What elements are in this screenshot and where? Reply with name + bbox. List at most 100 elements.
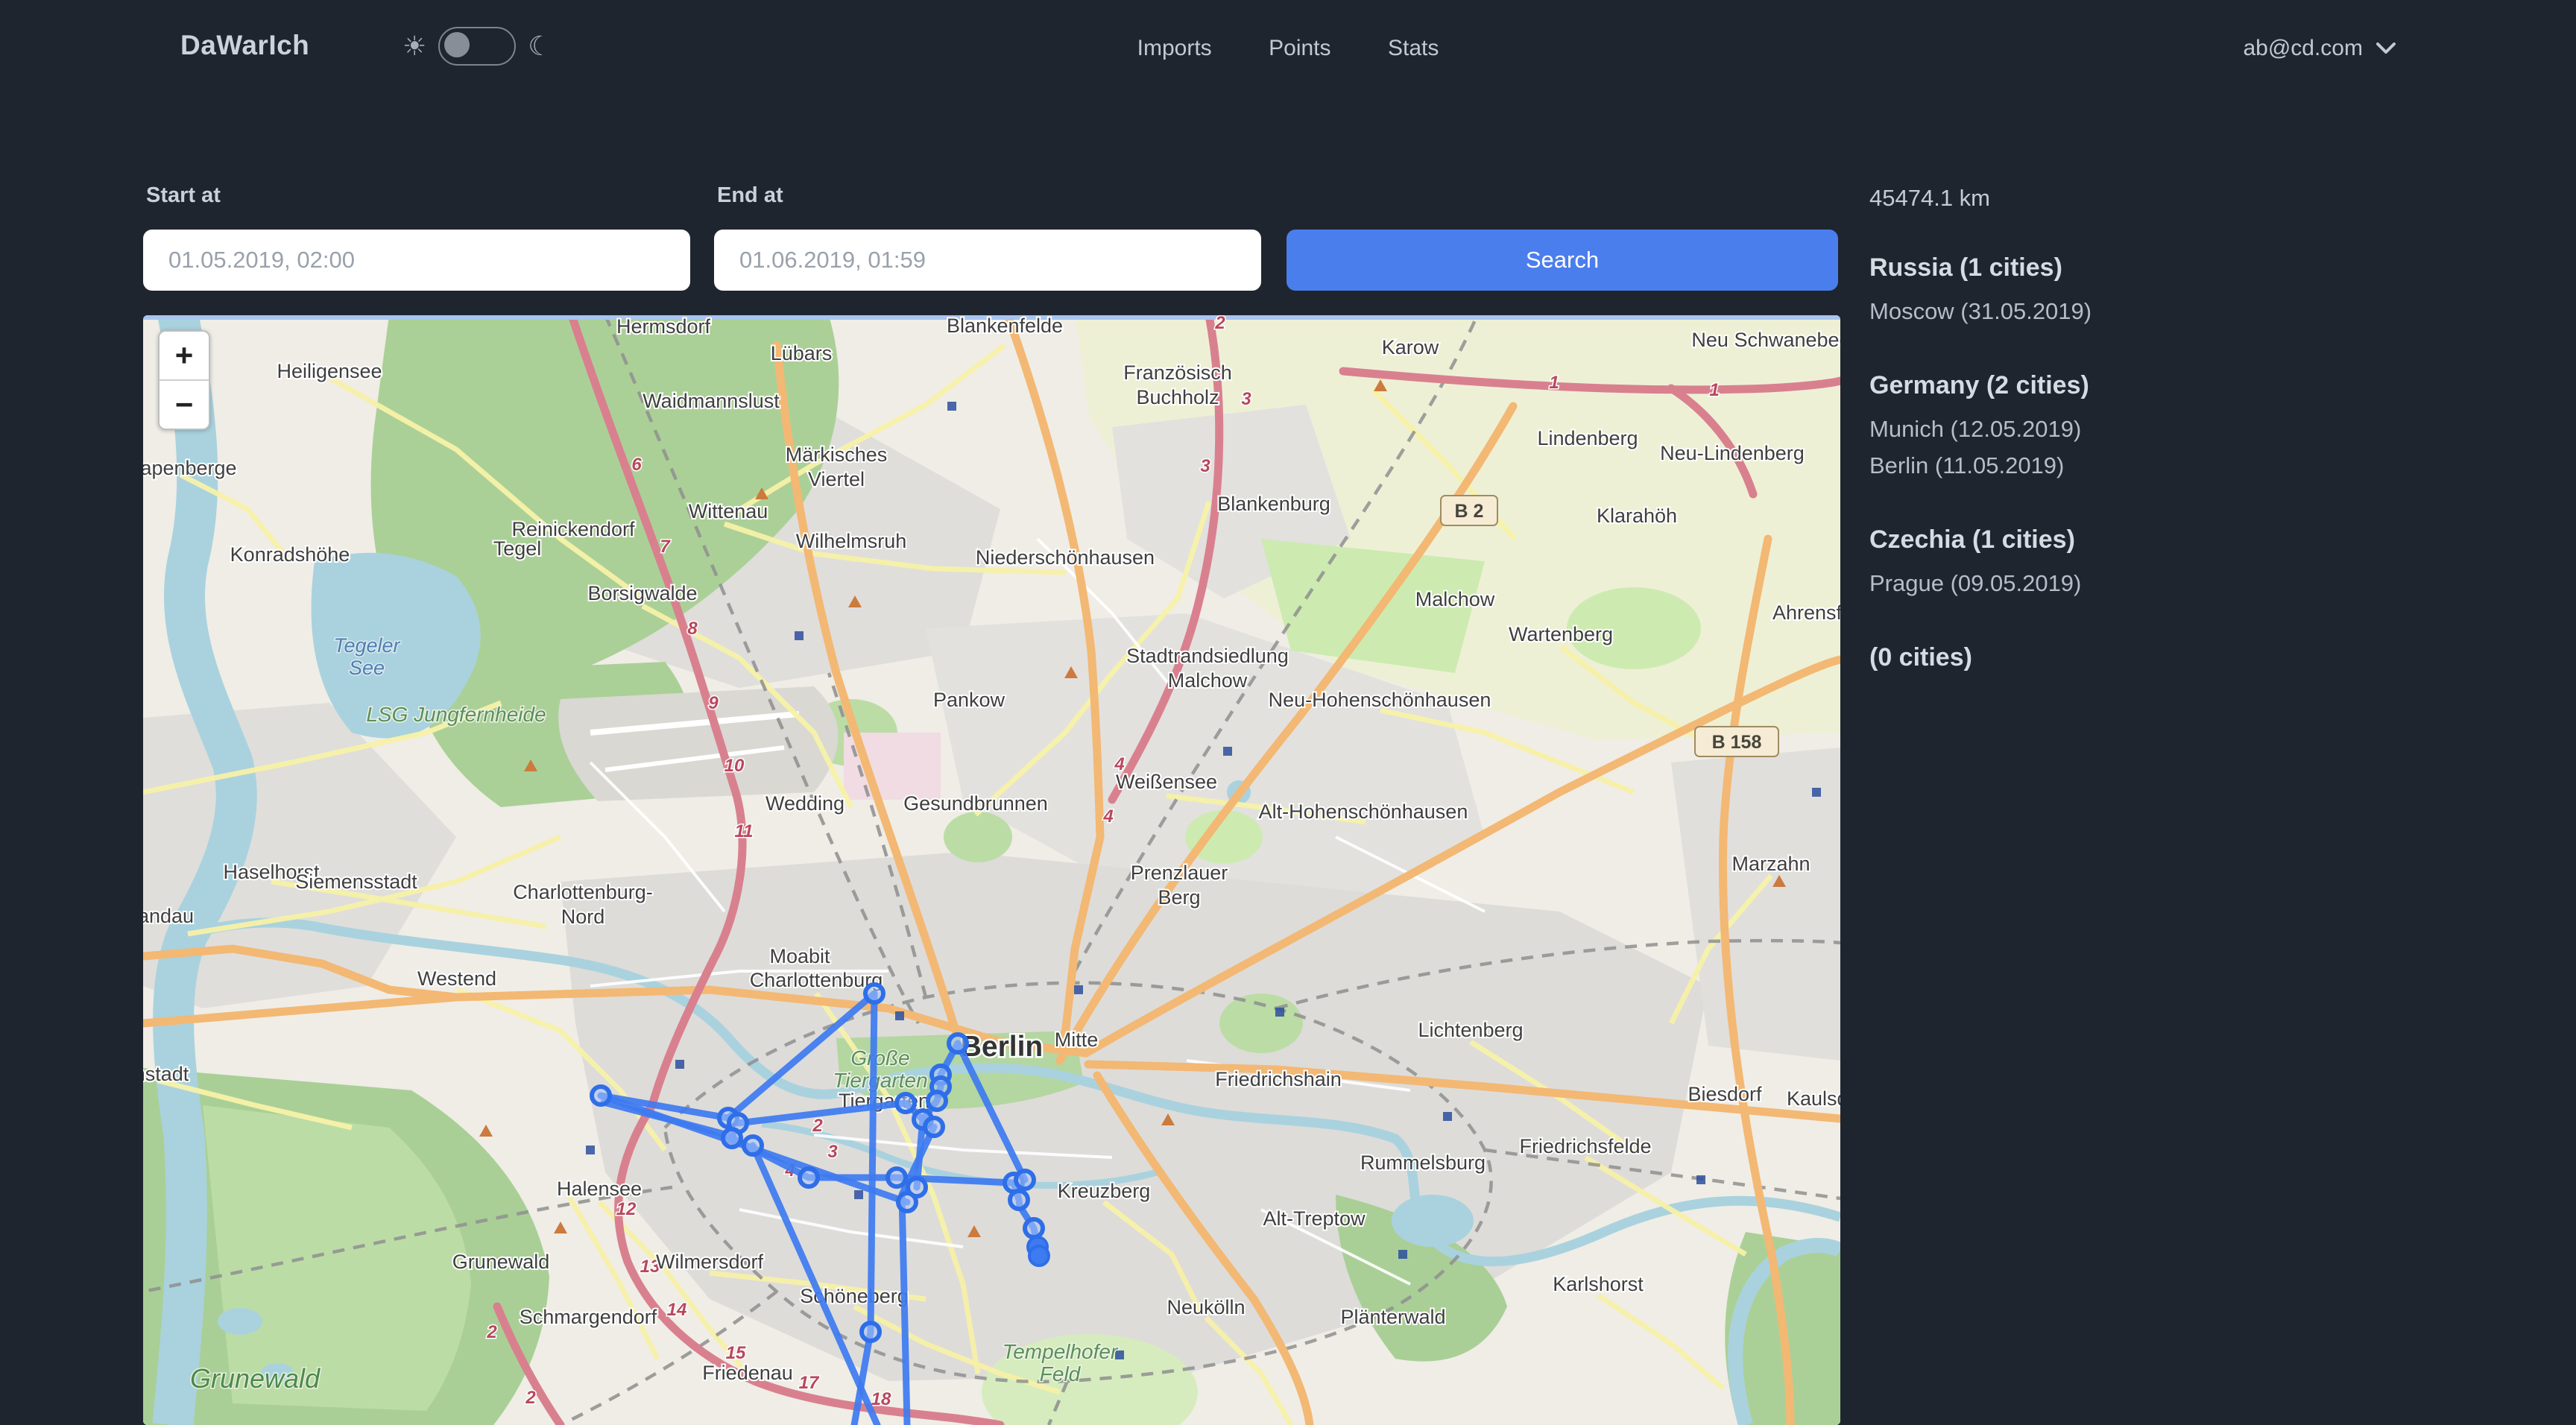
map-label: LSG Jungfernheide (366, 703, 546, 726)
motorway-ref: 2 (486, 1322, 497, 1342)
station-icon (1443, 1112, 1452, 1121)
svg-text:B 158: B 158 (1712, 732, 1762, 753)
zoom-in-button[interactable]: + (160, 332, 209, 381)
station-icon (1223, 747, 1232, 756)
map-label: Spandau (143, 905, 194, 927)
motorway-ref: 14 (667, 1300, 687, 1320)
gps-point-marker[interactable] (925, 1118, 943, 1136)
motorway-ref: 2 (1214, 315, 1225, 333)
gps-point-marker[interactable] (862, 1323, 880, 1341)
map-label: Lindenberg (1537, 427, 1638, 449)
station-icon (1074, 985, 1083, 994)
country-group-title: Russia (1 cities) (1869, 253, 2466, 282)
map-label: Mitte (1055, 1029, 1099, 1051)
map-label: Halensee (557, 1178, 642, 1200)
map-label: Grunewald (452, 1251, 550, 1273)
chevron-down-icon (2376, 42, 2396, 54)
app-page: DaWarIch ☀ ☾ Imports Points Stats ab@cd.… (0, 0, 2576, 1425)
station-icon (1696, 1175, 1705, 1184)
map-container[interactable]: B 2B 158 6789101123412131415171822234411… (143, 315, 1840, 1425)
map-label: Heiligensee (277, 360, 382, 382)
gps-point-marker[interactable] (723, 1129, 741, 1147)
station-icon (1398, 1250, 1407, 1259)
map-label: Waidmannslust (643, 390, 780, 412)
gps-point-marker[interactable] (1016, 1171, 1034, 1189)
motorway-ref: 8 (687, 619, 698, 639)
map-label: Niederschönhausen (976, 546, 1155, 569)
motorway-ref: 2 (525, 1388, 536, 1408)
map-label: Pankow (933, 689, 1006, 711)
country-group: (0 cities) (1869, 643, 2466, 672)
gps-point-marker[interactable] (949, 1034, 967, 1052)
map-label: Wartenberg (1509, 623, 1613, 645)
motorway-ref: 4 (1102, 806, 1113, 827)
map-label: Hermsdorf (616, 315, 711, 338)
map-label: Lübars (771, 342, 833, 364)
map-label: Alt-Treptow (1263, 1207, 1366, 1230)
station-icon (1812, 788, 1821, 797)
map-label: Karow (1382, 336, 1439, 358)
country-group: Czechia (1 cities)Prague (09.05.2019) (1869, 525, 2466, 601)
motorway-ref: 1 (1709, 380, 1719, 400)
nav-links: Imports Points Stats (0, 36, 2576, 61)
motorway-ref: 6 (631, 455, 642, 475)
map-label: Gesundbrunnen (903, 792, 1048, 815)
map-label: Schmargendorf (520, 1306, 657, 1328)
map-label: Karlshorst (1553, 1273, 1644, 1295)
navbar: DaWarIch ☀ ☾ Imports Points Stats ab@cd.… (0, 0, 2576, 97)
gps-point-marker[interactable] (800, 1169, 818, 1187)
motorway-ref: 11 (735, 821, 754, 841)
map-label: Kaulsdorf (1787, 1087, 1840, 1110)
map-label: Berlin (961, 1031, 1044, 1063)
end-date-input[interactable] (714, 230, 1261, 291)
map-label: Grunewald (190, 1363, 321, 1394)
gps-point-marker[interactable] (888, 1169, 906, 1187)
map-label: Moabit (769, 945, 830, 967)
gps-point-marker[interactable] (928, 1092, 946, 1110)
gps-point-marker[interactable] (865, 985, 883, 1002)
map-label: Neu-Lindenberg (1660, 442, 1805, 464)
map-label: Reinickendorf (511, 518, 635, 540)
map-label: Plänterwald (1340, 1306, 1445, 1328)
map-label: Ahrensfelde (1772, 601, 1840, 624)
map-label: Charlottenburg (750, 969, 883, 991)
map-label: Wedding (765, 792, 845, 815)
nav-link-points[interactable]: Points (1269, 36, 1330, 61)
total-distance: 45474.1 km (1869, 185, 2466, 212)
map-label: Rummelsburg (1360, 1151, 1486, 1174)
map-label: Siemensstadt (295, 871, 417, 893)
map-label: Marzahn (1731, 853, 1810, 875)
station-icon (947, 402, 956, 411)
city-visit-item: Munich (12.05.2019) (1869, 411, 2466, 447)
motorway-ref: 3 (1200, 456, 1210, 476)
gps-point-marker[interactable] (744, 1137, 762, 1154)
gps-point-marker[interactable] (592, 1087, 610, 1105)
start-date-input[interactable] (143, 230, 690, 291)
user-menu[interactable]: ab@cd.com (2243, 36, 2396, 61)
nav-link-imports[interactable]: Imports (1137, 36, 1212, 61)
map-label: Neukölln (1167, 1296, 1245, 1318)
station-icon (854, 1190, 863, 1199)
gps-point-marker[interactable] (1010, 1191, 1028, 1209)
map-label: Konradshöhe (230, 543, 350, 566)
country-group: Russia (1 cities)Moscow (31.05.2019) (1869, 253, 2466, 329)
search-button[interactable]: Search (1287, 230, 1838, 291)
motorway-ref: 3 (1241, 389, 1251, 409)
station-icon (795, 631, 804, 640)
gps-point-marker[interactable] (897, 1094, 915, 1112)
gps-point-marker[interactable] (1029, 1246, 1049, 1266)
map-label: Lichtenberg (1418, 1019, 1523, 1041)
map-zoom-control: + − (158, 330, 210, 430)
map-label: Neu Schwanebeck (1691, 329, 1840, 351)
zoom-out-button[interactable]: − (160, 381, 209, 429)
map-label: Blankenburg (1217, 493, 1330, 515)
map-label: Neu-Hohenschönhausen (1269, 689, 1491, 711)
gps-point-marker[interactable] (898, 1193, 916, 1211)
motorway-ref: 7 (660, 537, 671, 557)
start-at-label: Start at (146, 183, 221, 208)
map-label: Papenberge (143, 457, 237, 479)
nav-link-stats[interactable]: Stats (1388, 36, 1439, 61)
gps-point-marker[interactable] (1025, 1219, 1043, 1237)
map-label: Klarahöh (1597, 505, 1677, 527)
map-label: Westend (417, 967, 496, 990)
